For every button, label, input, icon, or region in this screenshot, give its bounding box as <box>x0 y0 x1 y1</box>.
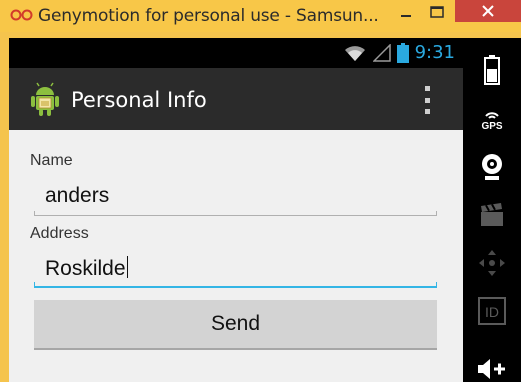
address-value: Roskilde <box>45 256 128 280</box>
close-icon <box>482 5 494 17</box>
text-cursor <box>126 256 128 278</box>
dpad-icon <box>479 250 505 276</box>
close-button[interactable] <box>455 0 521 22</box>
gps-icon <box>485 111 499 119</box>
address-underline <box>34 282 437 288</box>
clapperboard-icon <box>481 203 503 226</box>
battery-icon <box>396 42 409 63</box>
genymotion-logo-icon <box>10 9 33 21</box>
minimize-button[interactable] <box>394 0 418 24</box>
gps-label: GPS <box>481 120 503 132</box>
name-value: anders <box>45 184 110 207</box>
name-field[interactable]: anders <box>34 182 437 216</box>
status-bar: 9:31 <box>9 38 463 68</box>
emulator-sidebar: GPS ID <box>463 38 521 382</box>
screencast-widget-button[interactable] <box>463 198 521 232</box>
gps-widget-button[interactable]: GPS <box>463 104 521 136</box>
window-title: Genymotion for personal use - Samsun... <box>38 6 379 26</box>
remote-control-button[interactable] <box>463 246 521 280</box>
window-titlebar: Genymotion for personal use - Samsun... <box>0 0 521 32</box>
camera-icon <box>482 154 502 180</box>
volume-up-icon <box>478 359 505 379</box>
name-label: Name <box>30 152 73 169</box>
maximize-button[interactable] <box>425 0 449 24</box>
device-screen: 9:31 Personal Info Name anders Address R… <box>9 38 463 382</box>
signal-icon <box>372 43 391 62</box>
name-underline <box>34 211 437 216</box>
volume-up-button[interactable] <box>463 356 521 382</box>
battery-icon <box>484 55 500 85</box>
status-time: 9:31 <box>414 42 455 63</box>
id-icon: ID <box>478 297 506 325</box>
address-label: Address <box>30 225 89 242</box>
action-bar: Personal Info <box>9 68 463 130</box>
android-icon[interactable] <box>25 79 65 119</box>
camera-widget-button[interactable] <box>463 150 521 184</box>
wifi-icon <box>344 45 365 61</box>
address-field[interactable]: Roskilde <box>34 254 437 288</box>
maximize-icon <box>430 6 444 18</box>
id-label: ID <box>485 304 499 320</box>
overflow-menu-icon[interactable] <box>422 86 432 114</box>
id-widget-button[interactable]: ID <box>463 294 521 328</box>
minimize-icon <box>401 15 411 17</box>
page-title: Personal Info <box>71 88 207 112</box>
battery-widget-button[interactable] <box>463 52 521 88</box>
send-button[interactable]: Send <box>34 300 437 350</box>
